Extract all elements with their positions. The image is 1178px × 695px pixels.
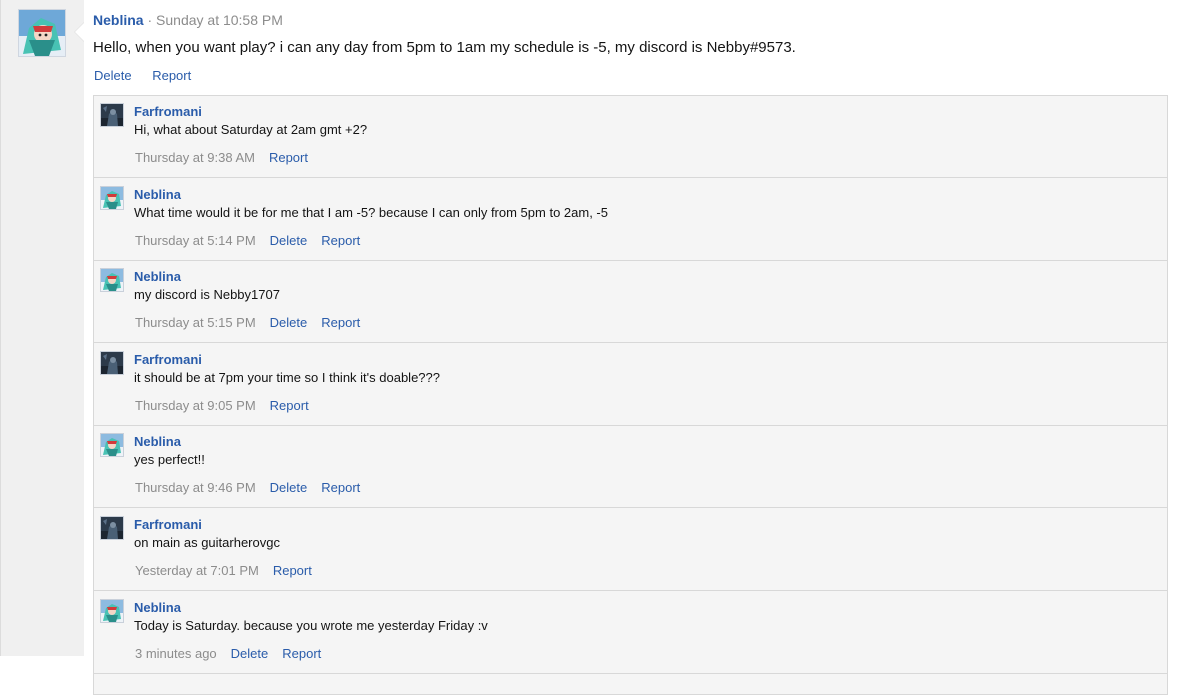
neblina-avatar[interactable]: [100, 268, 124, 293]
main-post-message: Hello, when you want play? i can any day…: [93, 39, 796, 56]
comment-item: Neblina my discord is Nebby1707 Thursday a…: [94, 261, 1167, 344]
comment-item: Farfromani it should be at 7pm your time …: [94, 344, 1167, 426]
comment-date[interactable]: Yesterday at 7:01 PM: [135, 563, 259, 578]
comment-text: yes perfect!!: [134, 452, 205, 468]
comment-date[interactable]: 3 minutes ago: [135, 646, 217, 661]
main-post-header: Neblina · Sunday at 10:58 PM: [93, 11, 283, 29]
report-link[interactable]: Report: [321, 480, 360, 495]
neblina-avatar[interactable]: [18, 9, 66, 57]
neblina-avatar[interactable]: [100, 185, 124, 210]
farfromani-avatar[interactable]: [100, 103, 124, 127]
comment-date[interactable]: Thursday at 9:38 AM: [135, 150, 255, 165]
comment-text: Hi, what about Saturday at 2am gmt +2?: [134, 122, 368, 137]
speech-arrow-fill: [75, 23, 84, 41]
comment-text: my discord is Nebby1707: [134, 287, 280, 303]
comment-username[interactable]: Neblina: [134, 187, 181, 202]
comment-username[interactable]: Farfromani: [134, 517, 202, 532]
comment-meta: Thursday at 5:15 PM Delete Report: [135, 315, 374, 331]
comment-username[interactable]: Farfromani: [134, 104, 202, 119]
comment-item: Neblina What time would it be for me that…: [94, 179, 1167, 261]
comment-meta: 3 minutes ago Delete Report: [135, 646, 335, 662]
delete-link[interactable]: Delete: [231, 646, 269, 661]
main-post-date[interactable]: Sunday at 10:58 PM: [156, 12, 283, 28]
delete-link[interactable]: Delete: [270, 315, 308, 330]
comment-text: Today is Saturday. because you wrote me …: [134, 617, 488, 633]
comment-item: Farfromani Hi, what about Saturday at 2am…: [94, 96, 1167, 178]
report-link[interactable]: Report: [321, 233, 360, 248]
comment-text: What time would it be for me that I am -…: [134, 204, 608, 220]
comment-date[interactable]: Thursday at 9:46 PM: [135, 480, 256, 495]
comment-item: Neblina yes perfect!! Thursday at 9:46 PM D…: [94, 426, 1167, 509]
farfromani-avatar[interactable]: [100, 350, 124, 375]
report-link[interactable]: Report: [152, 68, 191, 83]
farfromani-avatar[interactable]: [100, 516, 124, 540]
main-post-username[interactable]: Neblina: [93, 12, 144, 28]
delete-link[interactable]: Delete: [270, 233, 308, 248]
comment-list: Farfromani Hi, what about Saturday at 2am…: [93, 95, 1168, 695]
report-link[interactable]: Report: [282, 646, 321, 661]
comment-meta: Thursday at 5:14 PM Delete Report: [135, 233, 374, 249]
comment-username[interactable]: Neblina: [134, 434, 181, 449]
delete-link[interactable]: Delete: [270, 480, 308, 495]
neblina-avatar[interactable]: [100, 433, 124, 458]
comment-username[interactable]: Neblina: [134, 600, 181, 615]
comment-text: on main as guitarherovgc: [134, 535, 280, 550]
comment-username[interactable]: Neblina: [134, 269, 181, 284]
report-link[interactable]: Report: [321, 315, 360, 330]
report-link[interactable]: Report: [269, 150, 308, 165]
comment-meta: Thursday at 9:38 AM Report: [135, 150, 322, 166]
comment-meta: Yesterday at 7:01 PM Report: [135, 563, 326, 579]
comment-item: Farfromani on main as guitarherovgc Yester…: [94, 509, 1167, 591]
comment-date[interactable]: Thursday at 5:14 PM: [135, 233, 256, 248]
neblina-avatar[interactable]: [100, 598, 124, 623]
comment-meta: Thursday at 9:05 PM Report: [135, 398, 323, 414]
comment-username[interactable]: Farfromani: [134, 352, 202, 367]
report-link[interactable]: Report: [270, 398, 309, 413]
comment-text: it should be at 7pm your time so I think…: [134, 369, 440, 385]
comment-date[interactable]: Thursday at 5:15 PM: [135, 315, 256, 330]
left-rail: [0, 0, 84, 656]
comment-date[interactable]: Thursday at 9:05 PM: [135, 398, 256, 413]
main-post-actions: Delete Report: [94, 68, 208, 84]
comment-meta: Thursday at 9:46 PM Delete Report: [135, 480, 374, 496]
separator-dot: ·: [147, 12, 153, 28]
report-link[interactable]: Report: [273, 563, 312, 578]
comment-item: Neblina Today is Saturday. because you wr…: [94, 592, 1167, 674]
delete-link[interactable]: Delete: [94, 68, 132, 83]
